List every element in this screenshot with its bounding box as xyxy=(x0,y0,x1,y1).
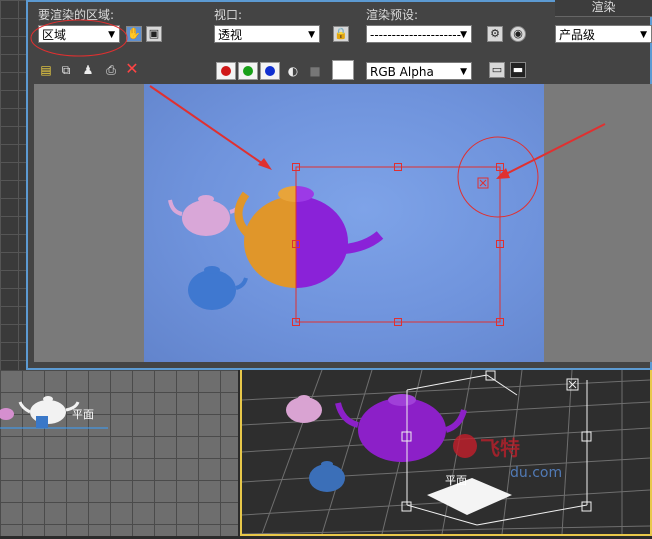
region-handle-bottom-left[interactable] xyxy=(292,318,300,326)
region-handle-top-right[interactable] xyxy=(496,163,504,171)
region-handle-top[interactable] xyxy=(394,163,402,171)
render-region-rect xyxy=(295,166,501,323)
region-handle-left[interactable] xyxy=(292,240,300,248)
annotation-overlay xyxy=(30,19,606,323)
region-handle-right[interactable] xyxy=(496,240,504,248)
region-handle-top-left[interactable] xyxy=(292,163,300,171)
region-handle-bottom[interactable] xyxy=(394,318,402,326)
region-handle-bottom-right[interactable] xyxy=(496,318,504,326)
